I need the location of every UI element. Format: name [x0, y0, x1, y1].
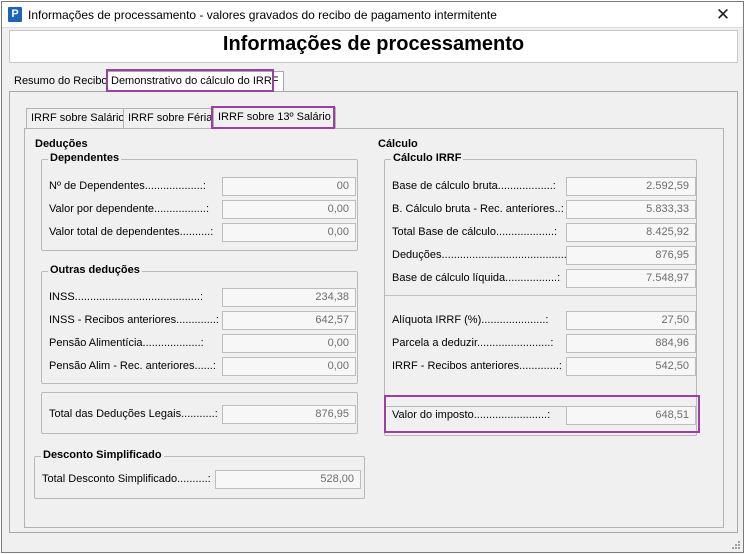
tab-irrf-salario[interactable]: IRRF sobre Salário [26, 108, 130, 128]
pensao-alimenticia-label: Pensão Alimentícia...................: [49, 337, 204, 349]
total-base-calculo-field[interactable]: 8.425,92 [566, 223, 696, 242]
valor-por-dependente-field[interactable]: 0,00 [222, 200, 356, 219]
calculo-title: Cálculo [378, 138, 418, 150]
inss-label: INSS....................................… [49, 291, 204, 303]
desconto-simplificado-title: Desconto Simplificado [41, 449, 164, 461]
inss-field[interactable]: 234,38 [222, 288, 356, 307]
total-deducoes-field[interactable]: 876,95 [222, 405, 356, 424]
desconto-simplificado-field[interactable]: 528,00 [215, 470, 361, 489]
pensao-alimenticia-field[interactable]: 0,00 [222, 334, 356, 353]
valor-total-dependentes-field[interactable]: 0,00 [222, 223, 356, 242]
irrf-13-panel: Deduções Dependentes Nº de Dependentes..… [24, 128, 724, 528]
irrf-anteriores-label: IRRF - Recibos anteriores.............: [392, 360, 562, 372]
tab-resumo-do-recibo[interactable]: Resumo do Recibo [10, 72, 112, 92]
aliquota-irrf-label: Alíquota IRRF (%).....................: [392, 314, 549, 326]
base-bruta-anteriores-label: B. Cálculo bruta - Rec. anteriores..: [392, 203, 564, 215]
valor-imposto-label: Valor do imposto........................… [392, 409, 551, 421]
page-title: Informações de processamento [222, 33, 525, 55]
valor-total-dependentes-label: Valor total de dependentes..........: [49, 226, 214, 238]
base-calculo-bruta-field[interactable]: 2.592,59 [566, 177, 696, 196]
valor-imposto-group: Valor do imposto........................… [384, 394, 697, 436]
window-title: Informações de processamento - valores g… [28, 8, 497, 22]
parcela-deduzir-field[interactable]: 884,96 [566, 334, 696, 353]
base-calculo-liquida-label: Base de cálculo líquida.................… [392, 272, 561, 284]
deducoes-calc-label: Deduções................................… [392, 249, 573, 261]
valor-por-dependente-label: Valor por dependente.................: [49, 203, 209, 215]
dependentes-count-field[interactable]: 00 [222, 177, 356, 196]
calculo-irrf-title: Cálculo IRRF [391, 152, 464, 164]
deducoes-calc-field[interactable]: 876,95 [566, 246, 696, 265]
inss-anteriores-label: INSS - Recibos anteriores.............: [49, 314, 219, 326]
dialog-window: P Informações de processamento - valores… [1, 1, 744, 553]
base-bruta-anteriores-field[interactable]: 5.833,33 [566, 200, 696, 219]
desconto-simplificado-label: Total Desconto Simplificado..........: [42, 473, 211, 485]
total-deducoes-group: Total das Deduções Legais...........: 87… [41, 392, 358, 434]
pensao-anteriores-label: Pensão Alim - Rec. anteriores......: [49, 360, 216, 372]
outras-deducoes-group: Outras deduções INSS....................… [41, 264, 358, 384]
parcela-deduzir-label: Parcela a deduzir.......................… [392, 337, 554, 349]
dependentes-title: Dependentes [48, 152, 122, 164]
total-base-calculo-label: Total Base de cálculo...................… [392, 226, 558, 238]
resize-grip-icon[interactable] [730, 539, 740, 549]
outras-deducoes-title: Outras deduções [48, 264, 142, 276]
calculo-irrf-group: Cálculo IRRF Base de cálculo bruta......… [384, 152, 697, 407]
aliquota-irrf-field[interactable]: 27,50 [566, 311, 696, 330]
total-deducoes-label: Total das Deduções Legais...........: [49, 408, 218, 420]
demonstrativo-panel: IRRF sobre Salário IRRF sobre Férias IRR… [9, 91, 738, 533]
irrf-anteriores-field[interactable]: 542,50 [566, 357, 696, 376]
desconto-simplificado-group: Desconto Simplificado Total Desconto Sim… [34, 449, 365, 499]
base-calculo-bruta-label: Base de cálculo bruta..................: [392, 180, 556, 192]
title-bar: P Informações de processamento - valores… [2, 2, 743, 28]
header-band: Informações de processamento [9, 30, 738, 63]
dependentes-group: Dependentes Nº de Dependentes...........… [41, 152, 358, 251]
base-calculo-liquida-field[interactable]: 7.548,97 [566, 269, 696, 288]
pensao-anteriores-field[interactable]: 0,00 [222, 357, 356, 376]
close-button[interactable]: ✕ [711, 4, 735, 26]
deducoes-title: Deduções [35, 138, 88, 150]
calculo-separator [385, 295, 696, 296]
dependentes-count-label: Nº de Dependentes...................: [49, 180, 206, 192]
tab-irrf-13-salario[interactable]: IRRF sobre 13º Salário [213, 107, 336, 128]
valor-imposto-field[interactable]: 648,51 [566, 406, 696, 425]
inss-anteriores-field[interactable]: 642,57 [222, 311, 356, 330]
app-logo-icon: P [8, 7, 22, 22]
tab-irrf-ferias[interactable]: IRRF sobre Férias [123, 108, 223, 128]
tab-demonstrativo-irrf[interactable]: Demonstrativo do cálculo do IRRF [106, 71, 284, 92]
